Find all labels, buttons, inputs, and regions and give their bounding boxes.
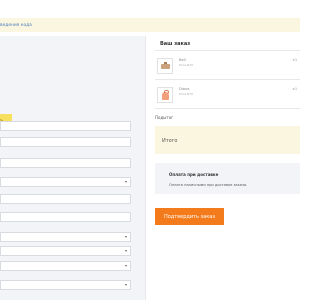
order-total-box: Итого (155, 126, 300, 154)
billing-form-panel: ть (0, 36, 146, 300)
billing-select-1[interactable] (0, 232, 131, 242)
billing-field-5[interactable] (0, 194, 131, 204)
payment-method-title: Оплата при доставке (169, 172, 219, 177)
total-label: Итого (162, 138, 178, 144)
product-price: Price ₽70 (179, 63, 193, 67)
subtotal-label: Подытог (155, 115, 174, 120)
product-quantity: ×1 (292, 58, 297, 62)
coupon-notice-link[interactable]: ведения кода (0, 23, 32, 28)
confirm-order-button[interactable]: Подтвердить заказ (155, 208, 224, 225)
divider (155, 79, 300, 80)
divider (155, 108, 300, 109)
billing-field-6[interactable] (0, 212, 131, 222)
bell-product-image[interactable] (157, 58, 173, 74)
backpack-product-image[interactable] (157, 87, 173, 103)
product-name[interactable]: Diana (179, 87, 189, 91)
billing-select-3[interactable] (0, 261, 131, 271)
billing-country-select[interactable] (0, 177, 131, 187)
billing-field-3[interactable] (0, 158, 131, 168)
order-title: Ваш заказ (160, 41, 191, 47)
billing-select-2[interactable] (0, 246, 131, 256)
billing-field-1[interactable] (0, 121, 131, 131)
product-name[interactable]: Bell (179, 58, 186, 62)
checkout-page: ведения кода ть Ваш заказ Bell Price ₽70… (0, 0, 300, 300)
order-item: Diana Price ₽70 ×1 (155, 84, 300, 106)
payment-method-box[interactable]: Оплата при доставке Оплата наличными при… (155, 163, 300, 194)
order-item: Bell Price ₽70 ×1 (155, 55, 300, 77)
billing-select-4[interactable] (0, 280, 131, 290)
product-quantity: ×1 (292, 87, 297, 91)
payment-method-description: Оплата наличными при доставке заказа. (169, 183, 248, 187)
product-price: Price ₽70 (179, 92, 193, 96)
divider (155, 50, 300, 51)
billing-field-2[interactable] (0, 137, 131, 147)
coupon-notice-bar: ведения кода (0, 18, 300, 32)
